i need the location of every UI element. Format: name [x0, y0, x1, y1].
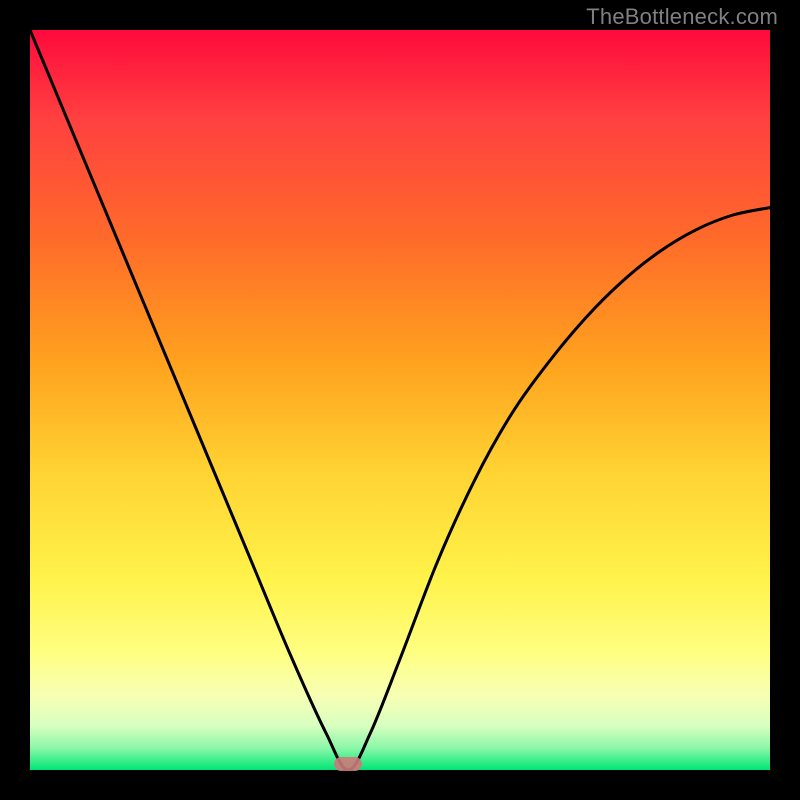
curve-svg: [30, 30, 770, 770]
plot-area: [30, 30, 770, 770]
bottleneck-curve: [30, 30, 770, 770]
watermark-text: TheBottleneck.com: [586, 4, 778, 30]
chart-stage: TheBottleneck.com: [0, 0, 800, 800]
minimum-marker: [334, 757, 362, 771]
